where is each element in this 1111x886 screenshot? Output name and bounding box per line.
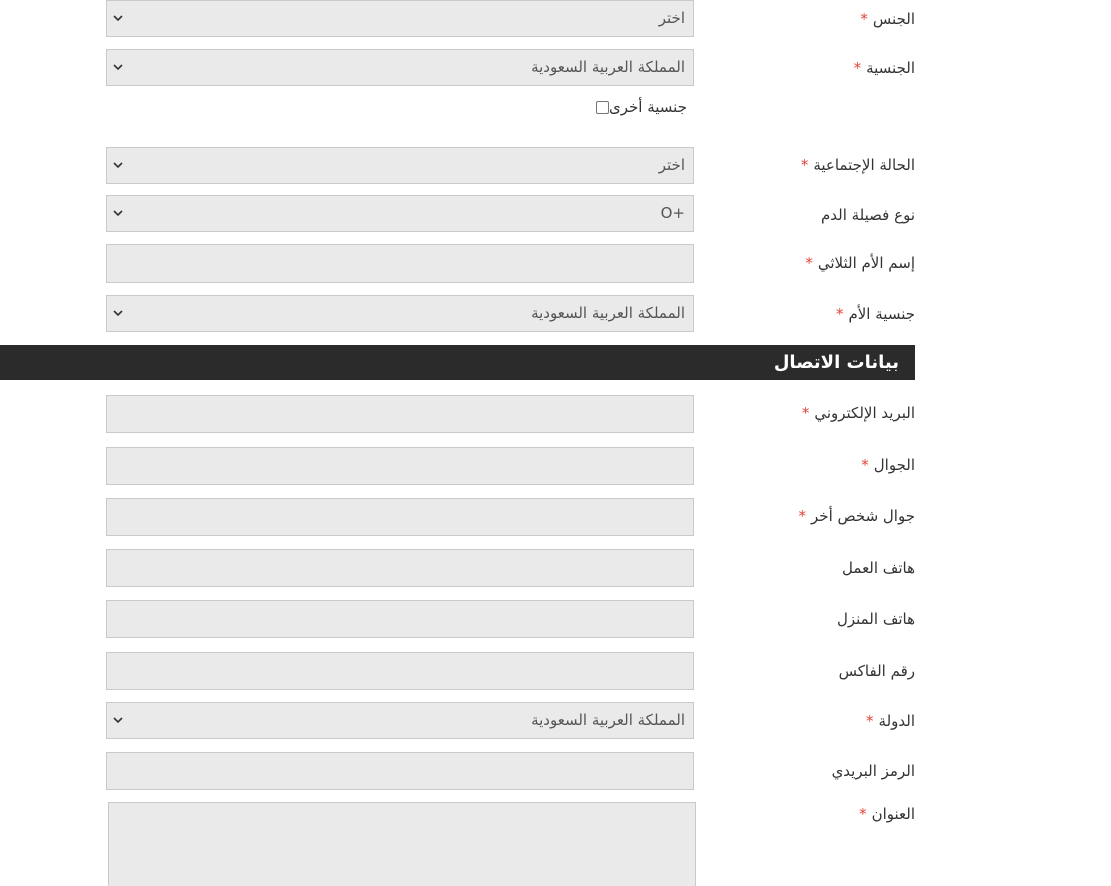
blood-type-select[interactable]: O+	[106, 195, 694, 232]
marital-status-label: الحالة الإجتماعية*	[801, 155, 915, 175]
country-select[interactable]: المملكة العربية السعودية	[106, 702, 694, 739]
email-field[interactable]	[106, 395, 694, 433]
address-label-text: العنوان	[871, 805, 915, 823]
required-star: *	[861, 456, 869, 474]
mobile-label: الجوال*	[861, 455, 915, 475]
contact-section-header: بيانات الاتصال	[0, 345, 915, 380]
country-select-value: المملكة العربية السعودية	[531, 711, 685, 729]
nationality-label: الجنسية*	[854, 58, 915, 78]
home-phone-label-text: هاتف المنزل	[836, 610, 915, 628]
mother-name-label: إسم الأم الثلاثي*	[805, 253, 915, 273]
gender-select-value: اختر	[658, 9, 685, 27]
postal-code-field[interactable]	[106, 752, 694, 790]
other-nationality-label: جنسية أخرى	[609, 98, 687, 116]
mother-name-label-text: إسم الأم الثلاثي	[817, 254, 915, 272]
gender-select[interactable]: اختر	[106, 0, 694, 37]
other-nationality-option[interactable]: جنسية أخرى	[592, 97, 687, 117]
nationality-select[interactable]: المملكة العربية السعودية	[106, 49, 694, 86]
blood-type-label: نوع فصيلة الدم	[821, 205, 915, 225]
required-star: *	[800, 156, 809, 174]
postal-code-label: الرمز البريدي	[832, 761, 915, 781]
required-star: *	[805, 254, 813, 272]
gender-label: الجنس*	[860, 9, 915, 29]
fax-label-text: رقم الفاكس	[838, 662, 915, 680]
required-star: *	[853, 59, 862, 77]
required-star: *	[798, 507, 807, 525]
work-phone-field[interactable]	[106, 549, 694, 587]
address-textarea[interactable]	[108, 802, 696, 886]
country-label-text: الدولة	[878, 712, 915, 730]
mother-nationality-select[interactable]: المملكة العربية السعودية	[106, 295, 694, 332]
mother-nationality-label-text: جنسية الأم	[848, 305, 915, 323]
home-phone-field[interactable]	[106, 600, 694, 638]
email-label: البريد الإلكتروني*	[802, 403, 915, 423]
blood-type-select-value: O+	[660, 204, 685, 222]
chevron-down-icon	[113, 310, 123, 317]
postal-code-label-text: الرمز البريدي	[831, 762, 915, 780]
marital-status-select-value: اختر	[658, 156, 685, 174]
mother-name-input[interactable]	[106, 244, 694, 283]
required-star: *	[859, 805, 867, 823]
other-mobile-label: جوال شخص أخر*	[799, 506, 915, 526]
required-star: *	[835, 305, 844, 323]
other-mobile-field[interactable]	[106, 498, 694, 536]
home-phone-label: هاتف المنزل	[837, 609, 915, 629]
required-star: *	[866, 712, 874, 730]
address-label: العنوان*	[859, 804, 915, 824]
required-star: *	[801, 404, 810, 422]
section-title: بيانات الاتصال	[773, 352, 899, 373]
marital-status-label-text: الحالة الإجتماعية	[813, 156, 915, 174]
chevron-down-icon	[113, 15, 123, 22]
marital-status-select[interactable]: اختر	[106, 147, 694, 184]
country-label: الدولة*	[866, 711, 915, 731]
chevron-down-icon	[113, 162, 123, 169]
blood-type-label-text: نوع فصيلة الدم	[820, 206, 915, 224]
email-label-text: البريد الإلكتروني	[814, 404, 915, 422]
mother-nationality-select-value: المملكة العربية السعودية	[531, 304, 685, 322]
work-phone-label-text: هاتف العمل	[842, 559, 915, 577]
nationality-select-value: المملكة العربية السعودية	[531, 58, 685, 76]
chevron-down-icon	[113, 717, 123, 724]
other-mobile-label-text: جوال شخص أخر	[811, 507, 915, 525]
other-nationality-checkbox[interactable]	[596, 100, 609, 114]
mother-nationality-label: جنسية الأم*	[836, 304, 915, 324]
work-phone-label: هاتف العمل	[842, 558, 915, 578]
chevron-down-icon	[113, 64, 123, 71]
required-star: *	[860, 10, 868, 28]
mobile-label-text: الجوال	[873, 456, 915, 474]
nationality-label-text: الجنسية	[866, 59, 915, 77]
fax-field[interactable]	[106, 652, 694, 690]
mobile-field[interactable]	[106, 447, 694, 485]
gender-label-text: الجنس	[872, 10, 915, 28]
chevron-down-icon	[113, 210, 123, 217]
fax-label: رقم الفاكس	[839, 661, 915, 681]
